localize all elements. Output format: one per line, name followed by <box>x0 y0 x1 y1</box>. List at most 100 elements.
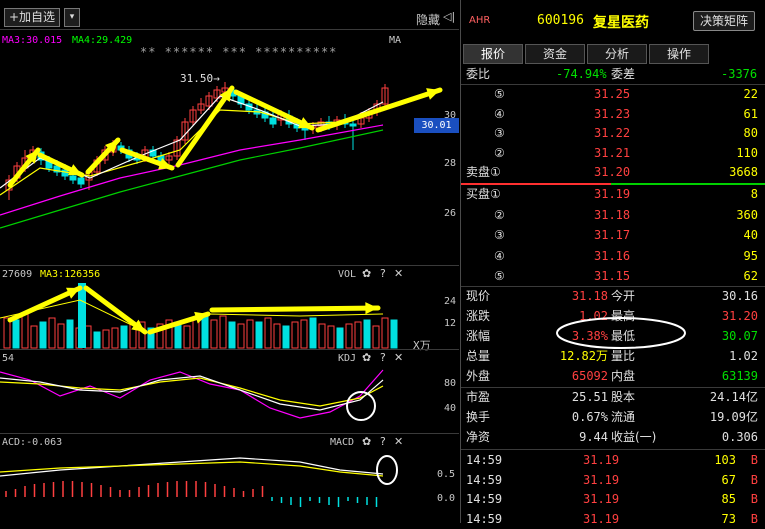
stock-name: 复星医药 <box>593 15 649 31</box>
tick-row: 14:59 31.19 85 B <box>461 489 765 509</box>
candle-body <box>357 117 365 125</box>
macd-settings-icon[interactable]: ✿ <box>362 435 371 448</box>
order-volume: 80 <box>743 126 758 140</box>
quote-value: 1.02 <box>579 309 608 323</box>
annotation-arrow-head <box>426 88 440 100</box>
order-volume: 22 <box>743 87 758 101</box>
kdj-d-line <box>0 377 384 407</box>
candle-body <box>109 145 117 153</box>
order-level: 卖盘① <box>466 165 501 179</box>
tab-analysis[interactable]: 分析 <box>587 44 647 64</box>
annotation-arrow-head <box>104 140 118 154</box>
tab-funds[interactable]: 资金 <box>525 44 585 64</box>
volume-ma3-legend: MA3:126356 <box>40 269 101 280</box>
annotation-arrow-head <box>68 164 82 176</box>
tick-side: B <box>750 453 758 467</box>
volume-bar <box>390 319 398 349</box>
candle-body <box>365 111 373 119</box>
current-price-tag: 30.01 <box>414 118 459 133</box>
candle-body <box>341 119 349 125</box>
tab-quote[interactable]: 报价 <box>463 44 523 64</box>
high-price-label: 31.50→ <box>180 72 220 85</box>
macd-value-legend: ACD:-0.063 <box>2 437 63 448</box>
order-volume: 62 <box>743 269 758 283</box>
macd-help-icon[interactable]: ? <box>380 435 386 448</box>
volume-bar <box>93 331 101 349</box>
fundamental-value: 0.306 <box>721 430 758 444</box>
candle-body <box>101 149 109 161</box>
annotation-arrow <box>85 137 121 175</box>
decision-matrix-button[interactable]: 决策矩阵 <box>693 11 755 31</box>
kdj-settings-icon[interactable]: ✿ <box>362 351 371 364</box>
kdj-help-icon[interactable]: ? <box>380 351 386 364</box>
quote-value: 65092 <box>571 369 608 383</box>
volume-bar <box>237 323 245 349</box>
kdj-k-line <box>0 375 384 411</box>
volume-bar <box>219 315 227 349</box>
ma4-legend: MA4:29.429 <box>72 35 133 46</box>
annotation-arrow <box>175 85 235 168</box>
tab-operation[interactable]: 操作 <box>649 44 709 64</box>
order-price: 31.23 <box>594 106 631 121</box>
volume-bar <box>102 329 110 349</box>
volume-bar <box>138 321 146 349</box>
candle-body <box>165 155 173 161</box>
candle-body <box>149 149 157 157</box>
tick-price: 31.19 <box>583 492 620 506</box>
candle-body <box>37 151 45 161</box>
macd-close-icon[interactable]: ✕ <box>394 435 403 448</box>
candle-body <box>277 113 285 121</box>
volume-bar <box>12 319 20 349</box>
quote-label: 量比 <box>611 349 636 363</box>
chart-drawing-layer <box>0 82 443 507</box>
volume-bar <box>201 313 209 349</box>
annotation-arrow-head <box>158 158 172 170</box>
order-volume: 40 <box>743 228 758 242</box>
volume-close-icon[interactable]: ✕ <box>394 267 403 280</box>
quote-tabs: 报价 资金 分析 操作 <box>463 44 763 64</box>
fundamental-label: 收益(一) <box>611 430 657 444</box>
quote-value: 3.38% <box>571 329 608 343</box>
fundamental-value: 0.67% <box>571 410 608 424</box>
candle-body <box>197 103 205 111</box>
fundamental-row: 净资 9.44 收益(一) 0.306 <box>461 427 765 447</box>
candle-body <box>77 177 85 185</box>
volume-bar <box>111 327 119 349</box>
buy-order-row: ⑤ 31.15 62 <box>461 266 765 286</box>
volume-settings-icon[interactable]: ✿ <box>362 267 371 280</box>
fundamental-value: 24.14亿 <box>709 390 758 404</box>
hide-panel-button[interactable]: 隐藏 <box>416 11 440 28</box>
volume-bar <box>309 317 317 349</box>
order-level: ④ <box>494 106 505 121</box>
price-axis-label-26: 26 <box>444 208 457 219</box>
volume-bar <box>381 317 389 349</box>
stock-code: 600196 <box>537 13 584 28</box>
candle-body <box>301 125 309 131</box>
watchlist-dropdown-button[interactable]: ▾ <box>64 8 80 27</box>
panel-divider <box>0 349 459 350</box>
fundamental-label: 净资 <box>466 430 491 444</box>
volume-bar <box>39 321 47 349</box>
candle-body <box>229 89 237 97</box>
volume-bar <box>129 323 137 349</box>
volume-help-icon[interactable]: ? <box>380 267 386 280</box>
kdj-axis-label-40: 40 <box>444 403 457 414</box>
volume-bar <box>48 317 56 349</box>
quote-value: 63139 <box>721 369 758 383</box>
volume-bar <box>363 319 371 349</box>
annotation-arrow <box>209 305 381 313</box>
ahr-badge[interactable]: AHR <box>469 15 490 26</box>
candle-body <box>285 115 293 125</box>
tick-time: 14:59 <box>466 472 503 487</box>
kdj-close-icon[interactable]: ✕ <box>394 351 403 364</box>
quote-label: 最高 <box>611 309 636 323</box>
candle-body <box>181 121 189 141</box>
tick-time: 14:59 <box>466 492 503 506</box>
collapse-icon[interactable]: ◁| <box>443 10 455 23</box>
volume-bar <box>210 319 218 349</box>
add-to-watchlist-button[interactable]: +加自选 <box>4 8 61 27</box>
panel-divider <box>0 265 459 266</box>
volume-bar <box>327 325 335 349</box>
quote-value: 30.07 <box>721 329 758 343</box>
kdj-axis-label-80: 80 <box>444 378 457 389</box>
